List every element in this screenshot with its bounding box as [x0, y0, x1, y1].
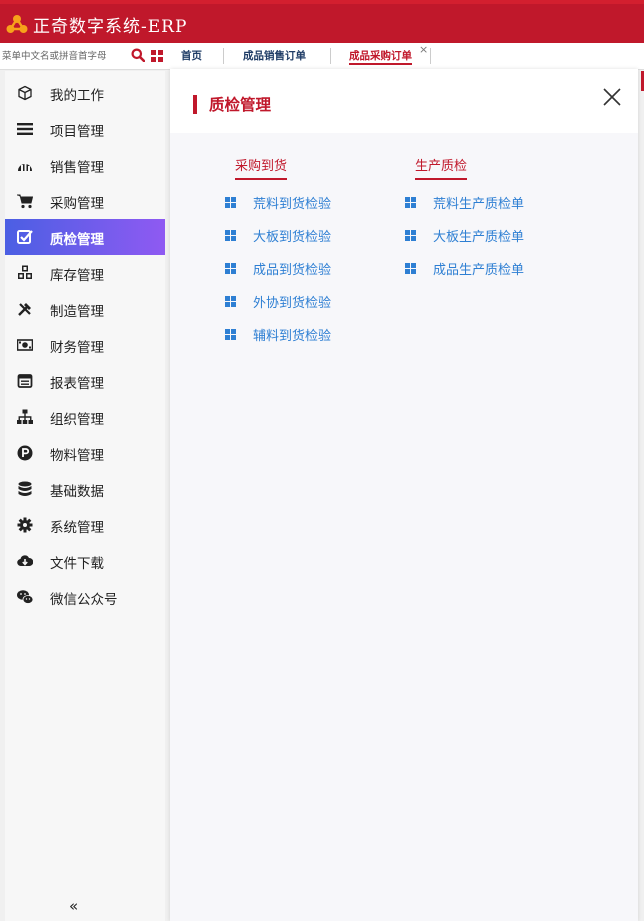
tab-purchase-order[interactable]: 成品采购订单	[349, 43, 412, 69]
sidebar-item-system[interactable]: 系统管理	[5, 507, 165, 543]
cubes-icon	[18, 265, 32, 279]
gear-icon	[17, 517, 33, 533]
sidebar-item-manufacturing[interactable]: 制造管理	[5, 291, 165, 327]
sidebar-item-purchase[interactable]: 采购管理	[5, 183, 165, 219]
tab-close-icon[interactable]: ×	[419, 43, 428, 57]
sidebar-item-label: 组织管理	[50, 412, 104, 428]
menu-grid-icon[interactable]	[151, 50, 163, 62]
sidebar-item-label: 我的工作	[50, 88, 104, 104]
sidebar-item-finance[interactable]: 财务管理	[5, 327, 165, 363]
sidebar-item-label: 物料管理	[50, 448, 104, 464]
sidebar-item-label: 系统管理	[50, 520, 104, 536]
sidebar-item-sales[interactable]: 销售管理	[5, 147, 165, 183]
link-label: 大板生产质检单	[433, 230, 525, 245]
calendar-icon	[17, 374, 33, 388]
link-label: 成品到货检验	[253, 263, 332, 278]
sidebar-item-label: 库存管理	[50, 268, 104, 284]
sidebar-item-projects[interactable]: 项目管理	[5, 111, 165, 147]
panel-title: 质检管理	[209, 96, 272, 114]
quality-menu-panel: 质检管理 采购到货 生产质检 荒料到货检验 大板到货检验 成品到货检验 外协到货…	[170, 69, 638, 921]
grid-icon	[225, 329, 236, 340]
cart-icon	[17, 194, 33, 209]
tab-sales-order[interactable]: 成品销售订单	[243, 43, 306, 69]
sidebar-item-quality[interactable]: 质检管理	[5, 219, 165, 255]
link-label: 荒料生产质检单	[433, 197, 525, 212]
sidebar-item-reports[interactable]: 报表管理	[5, 363, 165, 399]
logo-icon	[6, 15, 28, 33]
panel-title-accent	[193, 95, 197, 114]
group-title-purchase-arrival: 采购到货	[235, 155, 288, 180]
link-label: 辅料到货检验	[253, 329, 332, 344]
cube-icon	[18, 85, 32, 101]
sidebar-item-label: 微信公众号	[50, 592, 118, 608]
database-icon	[18, 481, 32, 496]
grid-icon	[405, 230, 416, 241]
grid-icon	[225, 263, 236, 274]
grid-icon	[405, 263, 416, 274]
grid-icon	[225, 296, 236, 307]
sidebar-item-base-data[interactable]: 基础数据	[5, 471, 165, 507]
app-header: 正奇数字系统-ERP	[0, 0, 644, 43]
sidebar-item-label: 报表管理	[50, 376, 104, 392]
sidebar: 我的工作 项目管理 销售管理 采购管理 质检管理 库存管理 制造管理 财务管理 …	[5, 71, 165, 921]
sidebar-item-my-work[interactable]: 我的工作	[5, 75, 165, 111]
money-icon	[17, 339, 33, 351]
tab-separator	[223, 48, 224, 64]
org-icon	[17, 409, 33, 424]
link-label: 外协到货检验	[253, 296, 332, 311]
grid-icon	[405, 197, 416, 208]
close-icon[interactable]	[602, 87, 622, 107]
tab-home[interactable]: 首页	[181, 43, 202, 69]
menu-search-input[interactable]	[2, 47, 122, 65]
cloud-download-icon	[17, 555, 33, 567]
tab-separator	[430, 48, 431, 64]
chart-icon	[18, 162, 32, 171]
app-title: 正奇数字系统-ERP	[33, 17, 188, 37]
sidebar-item-materials[interactable]: 物料管理	[5, 435, 165, 471]
group-title-production-qc: 生产质检	[415, 155, 468, 180]
link-label: 成品生产质检单	[433, 263, 525, 278]
tab-purchase-order-label: 成品采购订单	[349, 50, 412, 65]
tools-icon	[18, 303, 31, 316]
sidebar-item-label: 销售管理	[50, 160, 104, 176]
sidebar-item-label: 采购管理	[50, 196, 104, 212]
header-accent-line	[0, 0, 644, 4]
link-label: 荒料到货检验	[253, 197, 332, 212]
link-label: 大板到货检验	[253, 230, 332, 245]
sidebar-item-label: 质检管理	[50, 232, 104, 248]
search-icon[interactable]	[131, 48, 145, 62]
checkbox-icon	[17, 230, 33, 244]
sidebar-item-label: 文件下载	[50, 556, 104, 572]
sidebar-item-organization[interactable]: 组织管理	[5, 399, 165, 435]
list-icon	[17, 123, 33, 135]
tab-bar: 首页 成品销售订单 成品采购订单 ×	[0, 43, 644, 70]
sidebar-collapse-button[interactable]: «	[69, 897, 78, 915]
wechat-icon	[17, 590, 33, 604]
sidebar-item-wechat[interactable]: 微信公众号	[5, 579, 165, 615]
sidebar-item-inventory[interactable]: 库存管理	[5, 255, 165, 291]
sidebar-item-downloads[interactable]: 文件下载	[5, 543, 165, 579]
sidebar-item-label: 基础数据	[50, 484, 104, 500]
sidebar-item-label: 项目管理	[50, 124, 104, 140]
grid-icon	[225, 197, 236, 208]
grid-icon	[225, 230, 236, 241]
panel-header: 质检管理	[170, 69, 638, 133]
sidebar-item-label: 制造管理	[50, 304, 104, 320]
sidebar-item-label: 财务管理	[50, 340, 104, 356]
p-circle-icon	[17, 445, 33, 461]
tab-separator	[330, 48, 331, 64]
